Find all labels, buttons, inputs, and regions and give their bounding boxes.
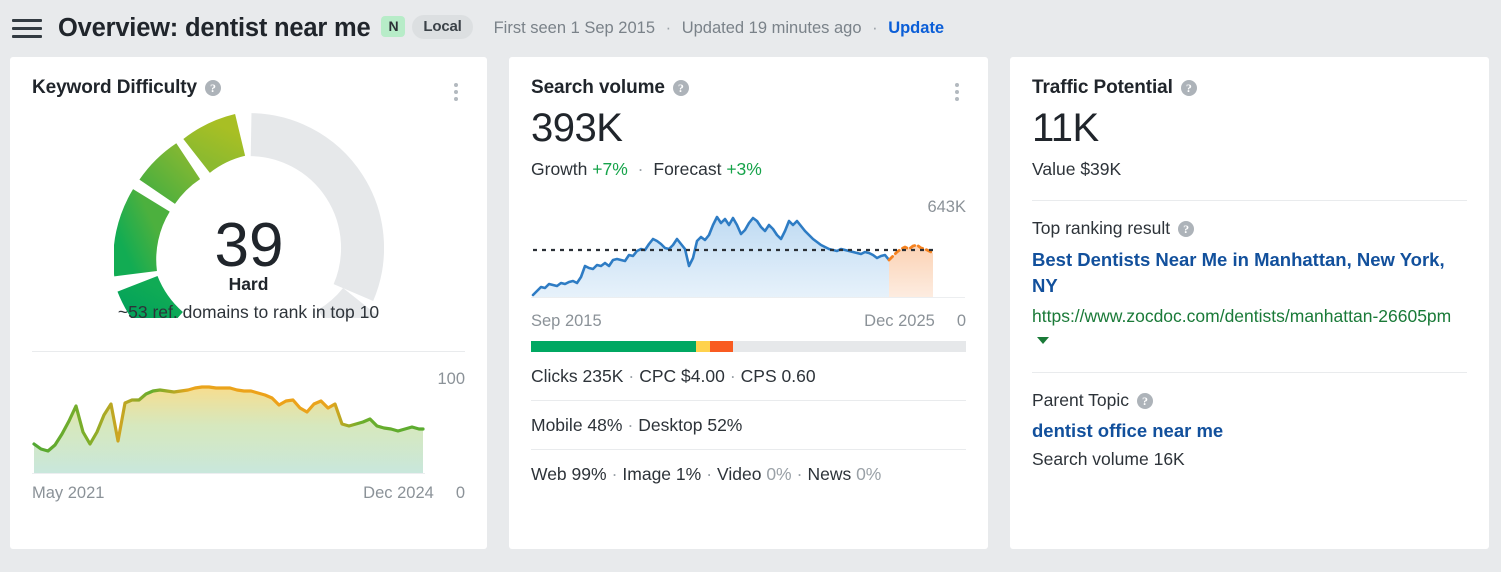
row-separator: · bbox=[627, 415, 634, 435]
kd-axis-min: 0 bbox=[455, 484, 465, 502]
meta-separator-1: · bbox=[665, 19, 672, 37]
bar-segment-paid-clicks bbox=[696, 341, 711, 352]
first-seen-text: First seen 1 Sep 2015 bbox=[493, 19, 656, 37]
kd-area-fill bbox=[34, 387, 423, 473]
chevron-down-icon[interactable] bbox=[1037, 337, 1049, 345]
growth-value: +7% bbox=[592, 159, 628, 179]
clicks-row: Clicks 235K · CPC $4.00 · CPS 0.60 bbox=[531, 352, 966, 401]
traffic-potential-value: 11K bbox=[1032, 106, 1099, 150]
tp-divider-2 bbox=[1032, 372, 1467, 374]
question-mark-icon[interactable]: ? bbox=[1178, 220, 1195, 237]
keyword-difficulty-subtext: ~53 ref. domains to rank in top 10 bbox=[117, 302, 380, 322]
question-mark-icon[interactable]: ? bbox=[205, 80, 221, 96]
parent-topic-link[interactable]: dentist office near me bbox=[1032, 420, 1467, 442]
serp-feature-value: 0% bbox=[856, 464, 882, 484]
row-separator: · bbox=[628, 366, 635, 386]
traffic-potential-title: Traffic Potential ? bbox=[1032, 77, 1467, 99]
badge-new: N bbox=[381, 16, 406, 37]
serp-feature-value: 1% bbox=[675, 464, 702, 484]
question-mark-icon[interactable]: ? bbox=[1180, 80, 1197, 96]
sv-axis-labels: Sep 2015 Dec 2025 0 bbox=[531, 312, 966, 331]
search-volume-title: Search volume ? bbox=[531, 77, 966, 99]
keyword-difficulty-rating: Hard bbox=[228, 274, 269, 294]
top-ranking-result-link[interactable]: Best Dentists Near Me in Manhattan, New … bbox=[1032, 247, 1467, 298]
top-ranking-result-label: Top ranking result ? bbox=[1032, 218, 1467, 239]
sv-history-svg bbox=[531, 215, 965, 298]
cards-container: Keyword Difficulty ? 39 Hard ~53 ref. do… bbox=[0, 57, 1501, 549]
row-item: Mobile 48% bbox=[531, 415, 623, 435]
device-row: Mobile 48% · Desktop 52% bbox=[531, 401, 966, 450]
keyword-difficulty-title: Keyword Difficulty ? bbox=[32, 77, 465, 99]
keyword-difficulty-title-text: Keyword Difficulty bbox=[32, 77, 197, 98]
growth-label: Growth bbox=[531, 159, 588, 179]
hamburger-icon[interactable] bbox=[10, 16, 44, 42]
keyword-difficulty-card: Keyword Difficulty ? 39 Hard ~53 ref. do… bbox=[10, 57, 487, 549]
bar-segment-organic-clicks bbox=[531, 341, 697, 352]
top-ranking-result-url-text: https://www.zocdoc.com/dentists/manhatta… bbox=[1032, 306, 1452, 327]
kd-axis-end: Dec 2024 bbox=[363, 484, 434, 502]
traffic-potential-title-text: Traffic Potential bbox=[1032, 77, 1173, 98]
row-separator: · bbox=[729, 366, 736, 386]
search-volume-chart: 643K Sep 2015 Dec 2025 0 bbox=[531, 198, 966, 331]
serp-feature-label: Image bbox=[622, 464, 676, 484]
page-title: Overview: dentist near me N Local bbox=[58, 14, 473, 43]
top-ranking-result-url[interactable]: https://www.zocdoc.com/dentists/manhatta… bbox=[1032, 304, 1467, 352]
growth-separator: · bbox=[637, 159, 644, 179]
kd-divider bbox=[32, 351, 465, 352]
row-separator: · bbox=[796, 464, 803, 484]
page-title-text: Overview: dentist near me bbox=[58, 14, 371, 42]
search-volume-value: 393K bbox=[531, 106, 623, 150]
forecast-label: Forecast bbox=[653, 159, 722, 179]
search-volume-growth-row: Growth +7% · Forecast +3% bbox=[531, 159, 966, 180]
parent-topic-label-text: Parent Topic bbox=[1032, 390, 1129, 411]
serp-feature-label: News bbox=[807, 464, 857, 484]
row-separator: · bbox=[706, 464, 713, 484]
kebab-menu-icon[interactable] bbox=[948, 81, 966, 103]
question-mark-icon[interactable]: ? bbox=[672, 80, 689, 96]
keyword-overview-page: Overview: dentist near me N Local First se… bbox=[0, 0, 1501, 572]
forecast-value: +3% bbox=[726, 159, 762, 179]
row-item: CPS 0.60 bbox=[740, 366, 816, 386]
bar-segment-remainder bbox=[732, 341, 966, 352]
question-mark-icon[interactable]: ? bbox=[1136, 392, 1153, 409]
serp-feature-value: 0% bbox=[766, 464, 792, 484]
search-volume-title-text: Search volume bbox=[531, 77, 665, 98]
tp-divider-1 bbox=[1032, 200, 1467, 201]
sv-axis-max: 643K bbox=[927, 198, 966, 216]
page-header: Overview: dentist near me N Local First se… bbox=[0, 0, 1501, 57]
serp-feature-label: Web bbox=[531, 464, 572, 484]
sv-axis-start: Sep 2015 bbox=[531, 312, 602, 330]
sv-axis-min: 0 bbox=[956, 312, 966, 330]
serp-feature-label: Video bbox=[717, 464, 767, 484]
badge-local[interactable]: Local bbox=[412, 15, 473, 39]
serp-features-row: Web 99% · Image 1% · Video 0% · News 0% bbox=[531, 450, 966, 498]
row-separator: · bbox=[611, 464, 618, 484]
meta-separator-2: · bbox=[872, 19, 878, 37]
search-volume-card: Search volume ? 393K Growth +7% · Foreca… bbox=[509, 57, 988, 549]
updated-text: Updated 19 minutes ago bbox=[681, 19, 862, 37]
top-ranking-result-label-text: Top ranking result bbox=[1032, 218, 1171, 238]
serp-feature-value: 99% bbox=[571, 464, 607, 484]
clicks-distribution-bar bbox=[531, 341, 966, 352]
row-item: Clicks 235K bbox=[531, 366, 624, 386]
traffic-potential-value-sub: Value $39K bbox=[1032, 159, 1122, 179]
bar-segment-no-clicks bbox=[710, 341, 733, 352]
parent-topic-volume: Search volume 16K bbox=[1032, 449, 1185, 470]
row-item: CPC $4.00 bbox=[639, 366, 725, 386]
keyword-difficulty-score: 39 bbox=[214, 211, 283, 280]
kd-history-chart: 100 May 2021 Dec 2024 0 bbox=[32, 370, 465, 503]
kd-axis-labels: May 2021 Dec 2024 0 bbox=[32, 484, 465, 503]
update-button[interactable]: Update bbox=[888, 19, 944, 37]
row-item: Desktop 52% bbox=[638, 415, 743, 435]
sv-axis-end: Dec 2025 bbox=[864, 312, 935, 330]
kd-history-svg bbox=[32, 385, 425, 474]
traffic-potential-card: Traffic Potential ? 11K Value $39K Top r… bbox=[1010, 57, 1489, 549]
kd-axis-max: 100 bbox=[437, 370, 465, 388]
header-meta: First seen 1 Sep 2015 · Updated 19 minut… bbox=[494, 19, 945, 38]
kd-axis-start: May 2021 bbox=[32, 484, 105, 502]
parent-topic-label: Parent Topic ? bbox=[1032, 390, 1467, 411]
kebab-menu-icon[interactable] bbox=[447, 81, 465, 103]
